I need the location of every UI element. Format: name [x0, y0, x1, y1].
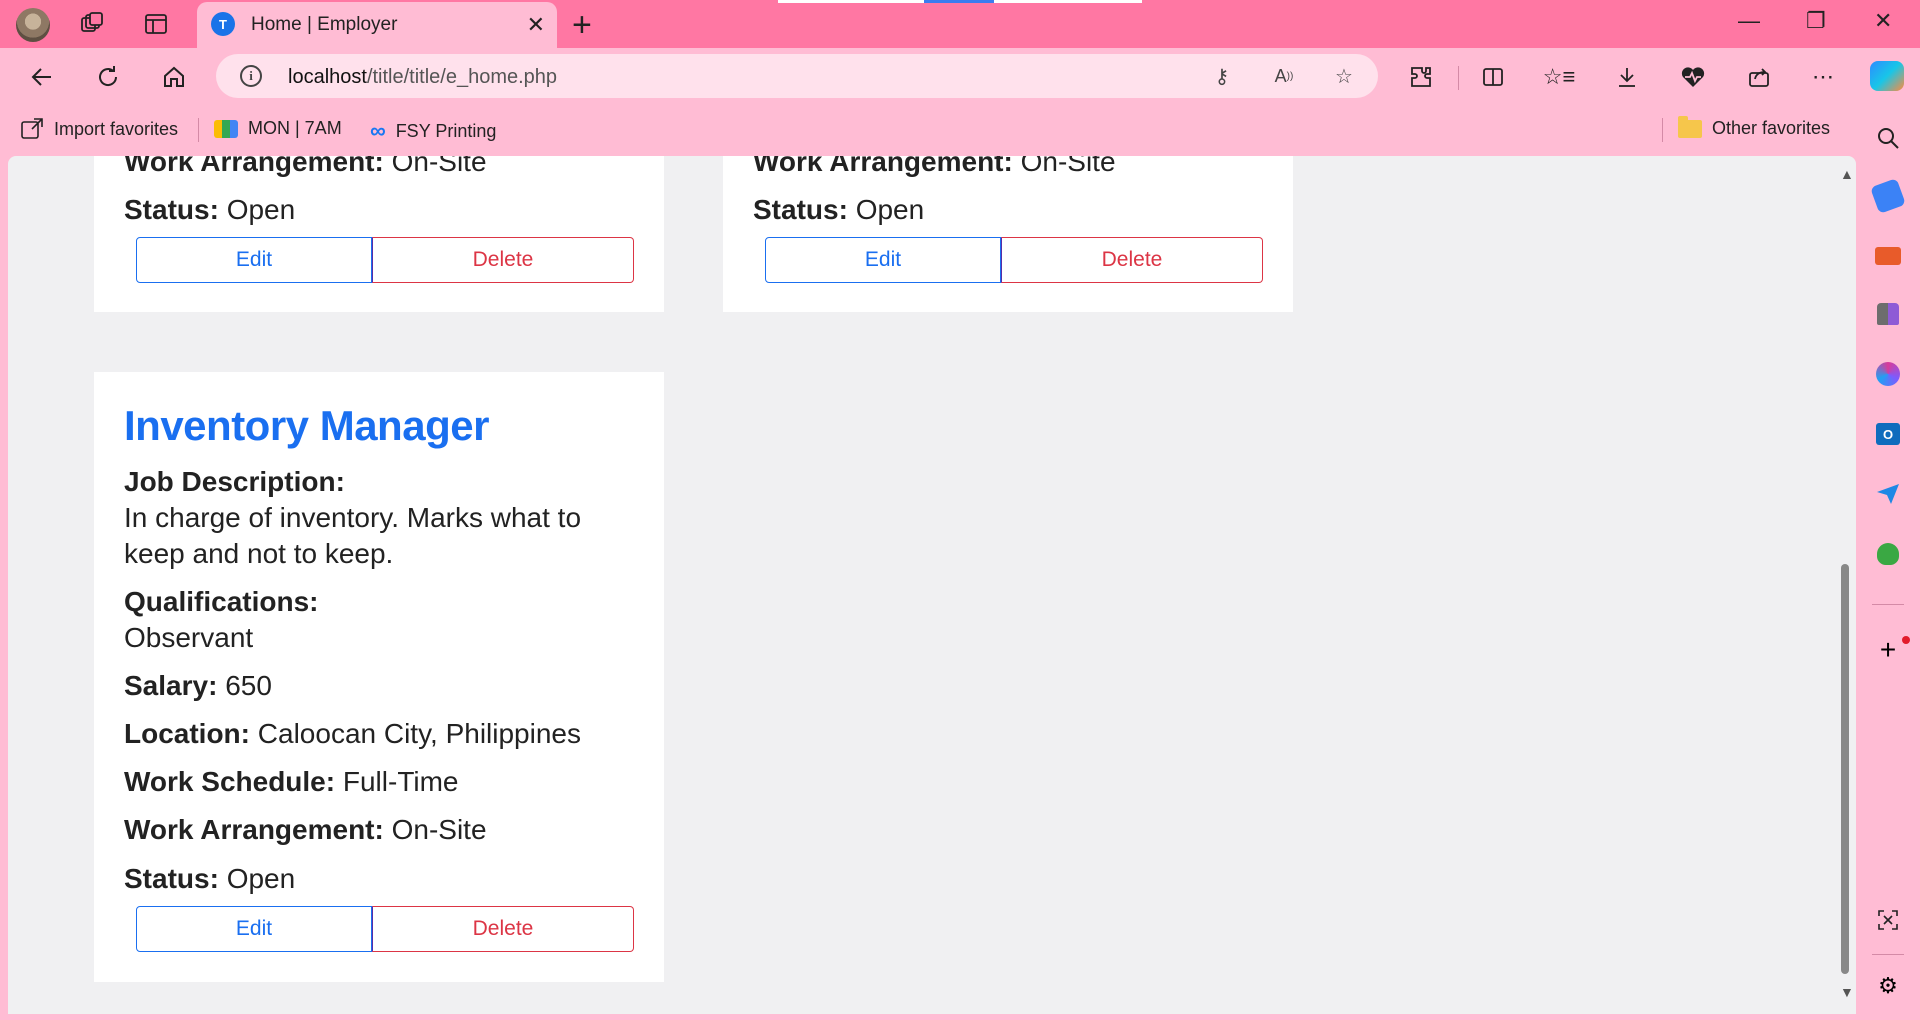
- sidebar-divider-bottom: [1872, 954, 1904, 955]
- drag-region-highlight: [924, 0, 994, 3]
- job-status: Status: Open: [124, 863, 296, 894]
- share-icon[interactable]: [1744, 62, 1774, 92]
- tools-icon[interactable]: [1874, 242, 1902, 270]
- tab-favicon-icon: T: [211, 12, 235, 36]
- profile-avatar[interactable]: [16, 8, 50, 42]
- job-arrangement: Work Arrangement: On-Site: [124, 814, 487, 845]
- settings-gear-icon[interactable]: ⚙: [1874, 972, 1902, 1000]
- job-schedule: Work Schedule: Full-Time: [124, 766, 459, 797]
- delete-button[interactable]: Delete: [372, 237, 634, 283]
- screenshot-icon[interactable]: [1874, 906, 1902, 934]
- close-window-icon[interactable]: ✕: [1874, 8, 1892, 34]
- active-tab[interactable]: T Home | Employer ✕: [197, 2, 557, 48]
- job-qualifications-label: Qualifications:: [124, 586, 319, 617]
- job-qualifications: Observant: [124, 622, 254, 653]
- title-bar: T Home | Employer ✕ + — ❐ ✕: [0, 0, 1920, 48]
- site-info-icon[interactable]: i: [240, 65, 262, 87]
- back-icon[interactable]: [24, 59, 60, 95]
- job-description-line2: keep and not to keep.: [124, 538, 394, 569]
- shopping-tag-icon[interactable]: [1870, 178, 1906, 214]
- favorites-icon[interactable]: ☆≡: [1543, 62, 1576, 92]
- edge-sidebar: O + ⚙: [1856, 104, 1920, 1020]
- job-status: Status: Open: [753, 194, 925, 225]
- job-card-2: Work Arrangement: On-Site Status: Open E…: [723, 156, 1293, 312]
- scroll-down-arrow-icon[interactable]: ▼: [1840, 984, 1854, 1000]
- more-menu-icon[interactable]: ⋯: [1808, 62, 1838, 92]
- outlook-icon[interactable]: O: [1874, 420, 1902, 448]
- copilot-icon[interactable]: [1870, 61, 1904, 91]
- microsoft-365-icon[interactable]: [1874, 360, 1902, 388]
- job-status: Status: Open: [124, 194, 296, 225]
- scroll-up-arrow-icon[interactable]: ▲: [1840, 166, 1854, 182]
- key-icon[interactable]: ⚷: [1210, 64, 1234, 88]
- edit-button[interactable]: Edit: [136, 237, 372, 283]
- close-tab-icon[interactable]: ✕: [527, 12, 545, 38]
- extensions-icon[interactable]: [1406, 62, 1436, 92]
- sidebar-divider: [1872, 604, 1904, 605]
- job-title[interactable]: Inventory Manager: [124, 402, 489, 450]
- meta-icon: ∞: [370, 118, 386, 143]
- job-card-3: Inventory Manager Job Description: In ch…: [94, 372, 664, 982]
- home-icon[interactable]: [156, 59, 192, 95]
- new-tab-button[interactable]: +: [572, 6, 592, 45]
- google-meet-icon: [214, 119, 238, 138]
- toolbar-divider: [1458, 66, 1459, 90]
- refresh-icon[interactable]: [90, 59, 126, 95]
- split-screen-icon[interactable]: [1478, 62, 1508, 92]
- games-icon[interactable]: [1874, 300, 1902, 328]
- job-card-1: Work Arrangement: On-Site Status: Open E…: [94, 156, 664, 312]
- tree-icon[interactable]: [1874, 540, 1902, 568]
- edit-button[interactable]: Edit: [765, 237, 1001, 283]
- downloads-icon[interactable]: [1612, 62, 1642, 92]
- favorite-import[interactable]: Import favorites: [20, 118, 178, 140]
- scrollbar-thumb[interactable]: [1841, 564, 1849, 974]
- favorites-bar: Import favorites MON | 7AM ∞ FSY Printin…: [0, 104, 1870, 156]
- address-bar[interactable]: i localhost/title/title/e_home.php ⚷ A))…: [216, 54, 1378, 98]
- workspaces-icon[interactable]: [78, 10, 106, 38]
- vertical-tabs-icon[interactable]: [142, 10, 170, 38]
- other-favorites[interactable]: Other favorites: [1678, 115, 1830, 139]
- page-viewport: Work Arrangement: On-Site Status: Open E…: [8, 156, 1856, 1014]
- notification-dot: [1902, 636, 1910, 644]
- delete-button[interactable]: Delete: [372, 906, 634, 952]
- delete-button[interactable]: Delete: [1001, 237, 1263, 283]
- job-location: Location: Caloocan City, Philippines: [124, 718, 581, 749]
- send-icon[interactable]: [1874, 480, 1902, 508]
- browser-essentials-icon[interactable]: [1678, 62, 1708, 92]
- minimize-icon[interactable]: —: [1738, 8, 1760, 34]
- favorite-fsy-printing[interactable]: ∞ FSY Printing: [370, 118, 496, 144]
- restore-icon[interactable]: ❐: [1806, 8, 1826, 34]
- job-salary: Salary: 650: [124, 670, 272, 701]
- folder-icon: [1678, 115, 1702, 138]
- add-sidebar-app-icon[interactable]: +: [1874, 634, 1902, 665]
- favorites-divider-right: [1662, 118, 1663, 142]
- read-aloud-icon[interactable]: A)): [1272, 64, 1296, 88]
- edit-button[interactable]: Edit: [136, 906, 372, 952]
- search-icon[interactable]: [1874, 124, 1902, 152]
- favorite-star-icon[interactable]: ☆: [1332, 64, 1356, 88]
- favorite-mon-7am[interactable]: MON | 7AM: [214, 118, 342, 139]
- browser-toolbar: i localhost/title/title/e_home.php ⚷ A))…: [0, 48, 1920, 104]
- job-arrangement: Work Arrangement: On-Site: [124, 156, 487, 177]
- url-text[interactable]: localhost/title/title/e_home.php: [288, 66, 557, 89]
- import-favorites-icon: [21, 118, 43, 139]
- favorites-divider: [198, 118, 199, 142]
- tab-title: Home | Employer: [251, 14, 398, 35]
- page-scrollbar[interactable]: ▲ ▼: [1834, 156, 1856, 1014]
- job-description-line1: In charge of inventory. Marks what to: [124, 502, 582, 533]
- job-description-label: Job Description:: [124, 466, 345, 497]
- job-arrangement: Work Arrangement: On-Site: [753, 156, 1116, 177]
